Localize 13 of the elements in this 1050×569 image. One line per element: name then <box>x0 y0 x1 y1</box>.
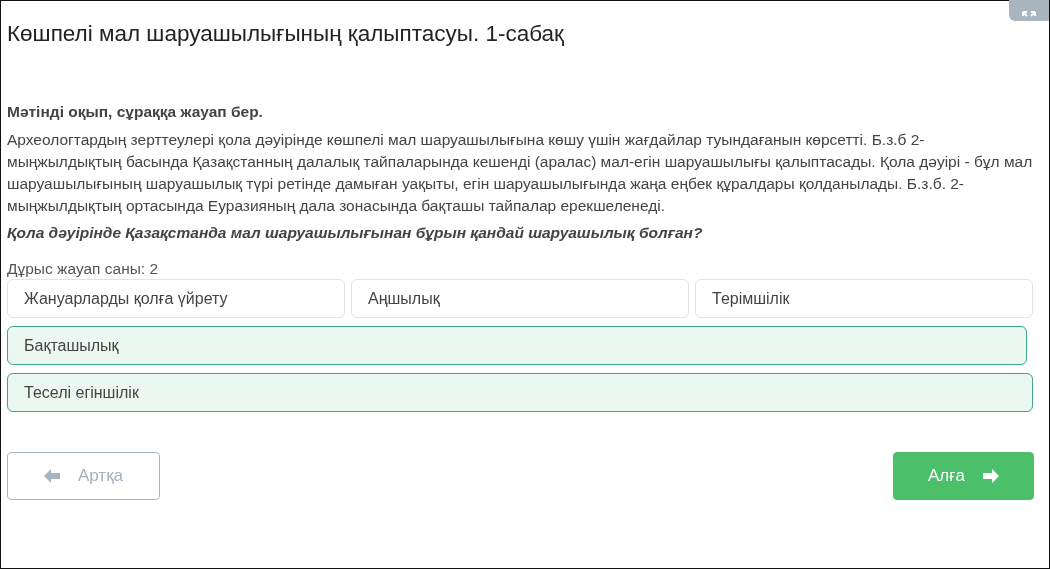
answer-count-text: Дұрыс жауап саны: 2 <box>7 260 160 279</box>
answer-option[interactable]: Бақташылық <box>7 326 1027 365</box>
answer-option[interactable]: Терімшілік <box>695 279 1033 318</box>
answer-option[interactable]: Аңшылық <box>351 279 689 318</box>
lesson-title: Көшпелі мал шаруашылығының қалыптасуы. 1-сабақ <box>7 21 565 48</box>
instruction-text: Мәтінді оқып, сұраққа жауап бер. <box>7 103 264 121</box>
arrow-right-icon <box>982 469 999 483</box>
answer-option[interactable]: Теселі егіншілік <box>7 373 1033 412</box>
passage-text: Археологтардың зерттеулері қола дәуірінде көшпелі мал шаруашылығына көшу үшін жағдайлар туындағанын көрсетті. Б.з.б 2-мыңжылдықтың басында Қазақстанның далалық тайпаларында кешенді (аралас) мал-егін шаруашылығы қалыптасады. Қола дәуірі - бұл мал шаруашылығының шаруашылық түрі ретінде дамыған уақыты, егін шаруашылығында жаңа еңбек құралдары қолданылады. Б.з.б. 2-мыңжылдықтың ортасында Еуразияның дала зонасында бақташы тайпалар ерекшеленеді. <box>7 130 1034 216</box>
answer-option[interactable]: Жануарларды қолға үйрету <box>7 279 345 318</box>
expand-tab[interactable] <box>1009 0 1049 21</box>
arrow-left-icon <box>43 469 60 483</box>
question-text: Қола дәуірінде Қазақстанда мал шаруашылығынан бұрын қандай шаруашылық болған? <box>7 224 704 242</box>
